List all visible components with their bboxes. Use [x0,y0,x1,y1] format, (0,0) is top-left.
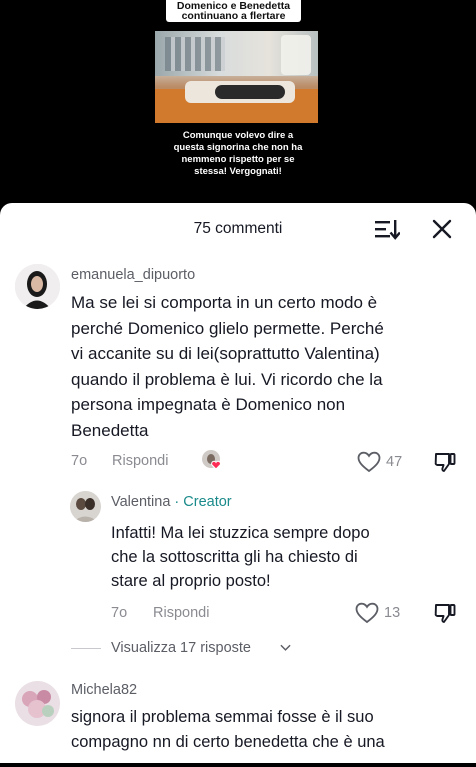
like-count: 47 [386,454,403,470]
like-heart-icon[interactable] [357,451,381,473]
reply-item: Valentina · Creator Infatti! Ma lei stuz… [0,488,476,628]
comment-line: persona impegnata è Domenico non [71,395,346,414]
like-count: 13 [384,605,401,621]
chevron-down-icon [280,644,291,651]
comments-sheet: 75 commenti emanuela_dipuorto Ma se lei … [0,203,476,763]
caption-line-4: stessa! Vergognati! [194,166,282,177]
avatar-image [15,681,60,726]
comment-time: 7o [71,453,88,469]
comments-count-title: 75 commenti [193,220,283,237]
caption-line-1: Comunque volevo dire a [182,130,294,141]
reply-button[interactable]: Rispondi [112,453,168,469]
video-title-line-2: continuano a flertare [181,10,286,22]
comment-line: vi accanite su di lei(soprattutto Valent… [71,344,380,363]
comment-item: Michela82 signora il problema semmai fos… [0,677,476,767]
video-background[interactable]: Domenico e Benedetta continuano a flerta… [0,0,476,205]
like-heart-icon[interactable] [355,602,379,624]
comment-text: signora il problema semmai fosse è il su… [71,705,471,755]
view-replies-row[interactable]: Visualizza 17 risposte [0,639,476,661]
reply-line: che la sottoscritta gli ha chiesto di [111,548,358,566]
view-replies-divider [71,648,101,649]
creator-liked-badge [200,448,226,474]
close-icon[interactable] [431,218,453,240]
comments-header: 75 commenti [0,203,476,253]
creator-liked-icon [202,450,221,470]
reply-text: Infatti! Ma lei stuzzica sempre dopo che… [111,521,471,593]
comment-line: Ma se lei si comporta in un certo modo è [71,293,378,312]
view-replies-label[interactable]: Visualizza 17 risposte [111,640,251,656]
frame-person [215,85,285,99]
video-title: Domenico e Benedetta continuano a flerta… [166,0,301,22]
avatar[interactable] [15,264,60,309]
comment-line: Benedetta [71,420,149,440]
comment-line: signora il problema semmai fosse è il su… [71,708,374,726]
avatar-image [15,264,60,309]
reply-time: 7o [111,605,128,621]
sort-icon[interactable] [374,217,400,241]
video-frame [155,31,318,123]
reply-line: Infatti! Ma lei stuzzica sempre dopo [111,524,370,542]
creator-badge: · Creator [174,494,232,510]
caption-line-2: questa signorina che non ha [173,142,303,153]
frame-lamp [281,35,311,75]
dislike-icon[interactable] [433,450,457,474]
reply-line: stare al proprio posto! [111,572,271,590]
comment-line: perché Domenico glielo permette. Perché [71,318,384,338]
caption-line-3: nemmeno rispetto per se [181,154,295,165]
comment-text: Ma se lei si comporta in un certo modo è… [71,290,471,443]
avatar-image [70,491,101,522]
frame-shelf [165,37,225,71]
comment-line: compagno nn di certo benedetta che è una [71,733,385,751]
reply-username[interactable]: Valentina · Creator [111,494,232,510]
reply-username-text: Valentina [111,494,171,510]
video-caption: Comunque volevo dire a questa signorina … [160,130,316,178]
avatar[interactable] [70,491,101,522]
dislike-icon[interactable] [433,601,457,625]
avatar[interactable] [15,681,60,726]
comment-line: quando il problema è lui. Vi ricordo che… [71,369,383,389]
comment-item: emanuela_dipuorto Ma se lei si comporta … [0,258,476,478]
reply-button[interactable]: Rispondi [153,605,209,621]
comment-username[interactable]: Michela82 [71,682,137,698]
comment-username[interactable]: emanuela_dipuorto [71,267,195,283]
